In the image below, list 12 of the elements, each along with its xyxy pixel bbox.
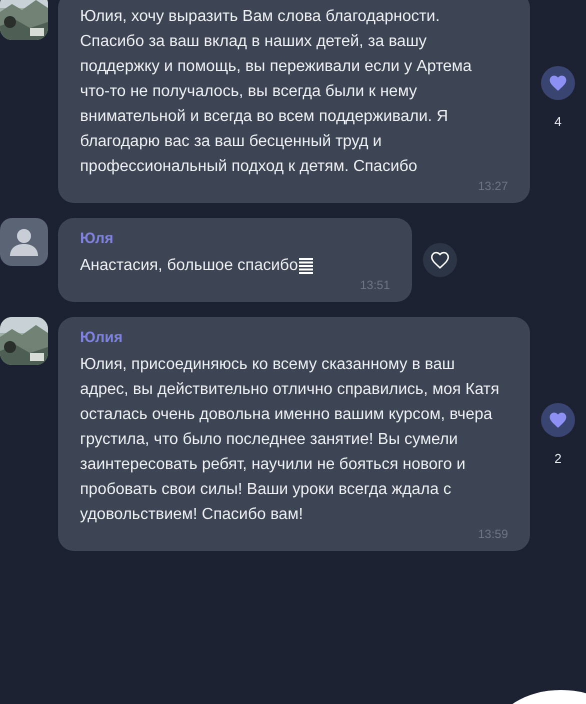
like-button[interactable] <box>541 402 575 436</box>
sender-name[interactable]: Юля <box>80 230 114 247</box>
like-button[interactable] <box>541 66 575 100</box>
avatar[interactable] <box>0 218 48 266</box>
message-text: Юлия, хочу выразить Вам слова благодарности. Спасибо за ваш вклад в наших детей, за вашу поддержку и помощь, вы переживали если у Артема что-то не получалось, вы всегда были к нему внимательной и всегда во всем поддерживали. Я благодарю вас за ваш бесценный труд и профессиональный подход к детям. Спасибо <box>80 7 473 177</box>
like-button[interactable] <box>423 243 457 277</box>
message-text: Анастасия, большое спасибо <box>80 256 298 276</box>
reaction-count: 4 <box>554 114 562 129</box>
heart-icon <box>429 249 451 271</box>
message-text: Юлия, присоединяюсь ко всему сказанному в ваш адрес, вы действительно отлично справились, моя Катя осталась очень довольна именно вашим курсом, вчера грустила, что было последнее занятие! Вы сумели заинтересовать ребят, научили не бояться нового и пробовать свои силы! Ваши уроки всегда ждала с удовольствием! Спасибо вам! <box>80 355 500 525</box>
sender-name[interactable]: Юлия <box>80 329 123 346</box>
reaction-count: 2 <box>554 450 562 466</box>
